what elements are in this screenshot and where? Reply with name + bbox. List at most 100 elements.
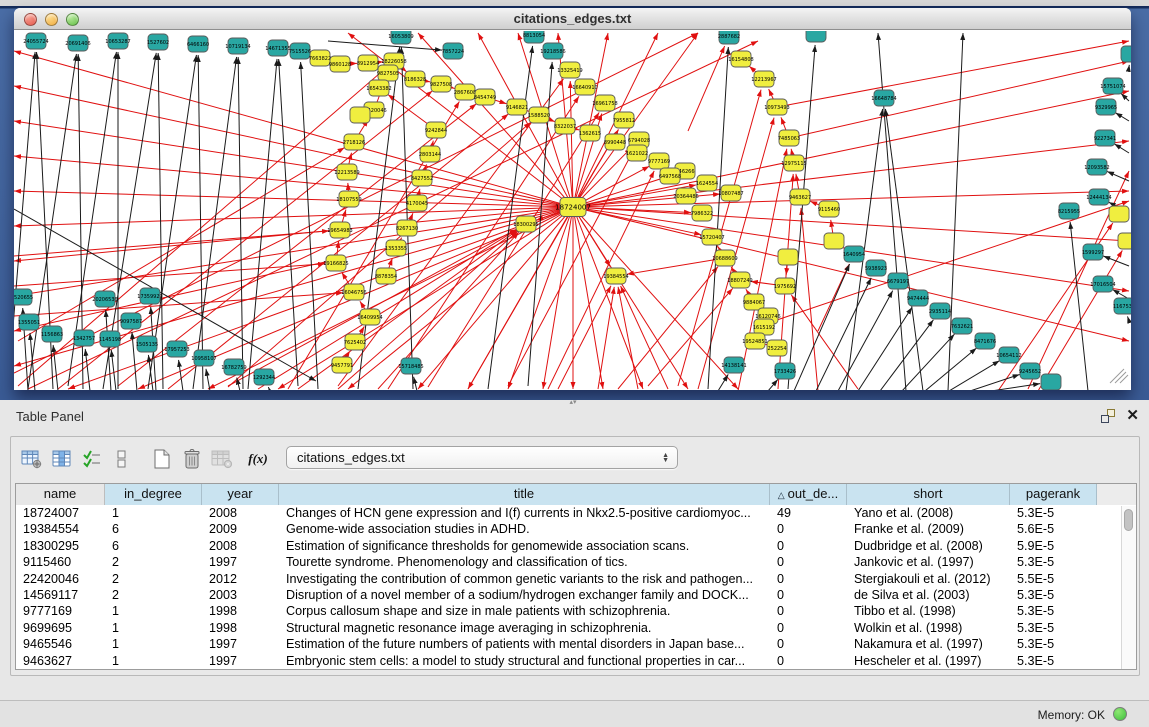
graph-edge[interactable] <box>111 350 116 390</box>
graph-edge[interactable] <box>1127 316 1129 321</box>
table-row[interactable]: 946554611997Estimation of the future num… <box>16 636 1136 652</box>
table-cell[interactable]: 2 <box>105 554 202 570</box>
graph-edge[interactable] <box>1114 144 1129 153</box>
graph-node[interactable] <box>350 107 370 123</box>
table-cell[interactable]: 5.3E-5 <box>1010 587 1097 603</box>
graph-edge[interactable] <box>228 229 516 386</box>
network-window-titlebar[interactable]: citations_edges.txt <box>14 8 1131 30</box>
graph-edge[interactable] <box>838 291 893 390</box>
graph-edge[interactable] <box>1121 94 1129 101</box>
table-cell[interactable]: 2 <box>105 571 202 587</box>
table-cell[interactable]: 0 <box>770 603 847 619</box>
graph-edge[interactable] <box>788 45 815 389</box>
table-select-dropdown[interactable]: citations_edges.txt ▲▼ <box>286 446 678 469</box>
column-header-pagerank[interactable]: pagerank <box>1010 484 1097 505</box>
graph-edge[interactable] <box>1107 171 1129 181</box>
graph-node[interactable] <box>1041 374 1061 390</box>
table-body[interactable]: 1872400712008Changes of HCN gene express… <box>16 505 1136 669</box>
table-cell[interactable]: 49 <box>770 505 847 521</box>
graph-edge[interactable] <box>573 191 1129 207</box>
table-cell[interactable]: 5.3E-5 <box>1010 620 1097 636</box>
table-cell[interactable]: 5.3E-5 <box>1010 636 1097 652</box>
graph-edge[interactable] <box>168 114 508 389</box>
graph-edge[interactable] <box>688 46 725 131</box>
table-cell[interactable]: Franke et al. (2009) <box>847 521 1010 537</box>
graph-edge[interactable] <box>885 109 923 390</box>
table-cell[interactable]: 22420046 <box>16 571 105 587</box>
table-cell[interactable]: 5.3E-5 <box>1010 653 1097 669</box>
table-cell[interactable]: 1997 <box>202 636 279 652</box>
table-cell[interactable]: 5.5E-5 <box>1010 571 1097 587</box>
graph-edge[interactable] <box>248 59 277 389</box>
table-cell[interactable]: 1 <box>105 603 202 619</box>
delete-table-icon[interactable] <box>209 447 235 471</box>
table-cell[interactable]: de Silva et al. (2003) <box>847 587 1010 603</box>
table-cell[interactable]: Investigating the contribution of common… <box>279 571 770 587</box>
close-panel-icon[interactable]: ✕ <box>1126 406 1139 424</box>
graph-edge[interactable] <box>1103 256 1129 266</box>
graph-edge[interactable] <box>801 208 818 390</box>
graph-edge[interactable] <box>573 207 1129 241</box>
network-canvas[interactable]: 1872400718300295193845542405572420691406… <box>14 31 1131 390</box>
table-cell[interactable]: 1 <box>105 620 202 636</box>
table-row[interactable]: 1456911722003Disruption of a novel membe… <box>16 587 1136 603</box>
graph-edge[interactable] <box>991 384 1040 390</box>
table-cell[interactable]: 19384554 <box>16 521 105 537</box>
column-header-in_degree[interactable]: in_degree <box>105 484 202 505</box>
table-vertical-scrollbar[interactable] <box>1121 506 1136 669</box>
table-cell[interactable]: Wolkin et al. (1998) <box>847 620 1010 636</box>
table-cell[interactable]: 1997 <box>202 653 279 669</box>
table-cell[interactable]: 5.3E-5 <box>1010 505 1097 521</box>
table-cell[interactable]: Tibbo et al. (1998) <box>847 603 1010 619</box>
graph-edge[interactable] <box>794 264 850 390</box>
graph-edge[interactable] <box>14 264 325 286</box>
table-cell[interactable]: 0 <box>770 538 847 554</box>
graph-edge[interactable] <box>573 207 603 389</box>
graph-edge[interactable] <box>878 33 906 390</box>
table-row[interactable]: 2242004622012Investigating the contribut… <box>16 571 1136 587</box>
table-cell[interactable]: Changes of HCN gene expression and I(f) … <box>279 505 770 521</box>
graph-edge[interactable] <box>301 62 318 389</box>
graph-edge[interactable] <box>598 287 614 389</box>
table-cell[interactable]: 5.6E-5 <box>1010 521 1097 537</box>
graph-edge[interactable] <box>718 374 728 390</box>
graph-edge[interactable] <box>268 387 270 390</box>
table-cell[interactable]: 18300295 <box>16 538 105 554</box>
graph-edge[interactable] <box>198 55 203 389</box>
table-cell[interactable]: 1 <box>105 653 202 669</box>
table-row[interactable]: 1830029562008Estimation of significance … <box>16 538 1136 554</box>
table-cell[interactable]: 14569117 <box>16 587 105 603</box>
graph-edge[interactable] <box>880 320 933 390</box>
graph-edge[interactable] <box>573 141 1129 207</box>
table-options-icon[interactable] <box>19 447 45 471</box>
table-cell[interactable]: 2008 <box>202 538 279 554</box>
table-cell[interactable]: Embryonic stem cells: a model to study s… <box>279 653 770 669</box>
table-row[interactable]: 946362711997Embryonic stem cells: a mode… <box>16 653 1136 669</box>
table-cell[interactable]: 5.3E-5 <box>1010 554 1097 570</box>
table-row[interactable]: 969969511998Structural magnetic resonanc… <box>16 620 1136 636</box>
graph-edge[interactable] <box>573 33 608 207</box>
table-row[interactable]: 1872400712008Changes of HCN gene express… <box>16 505 1136 521</box>
graph-node[interactable] <box>1109 206 1129 222</box>
table-cell[interactable]: 0 <box>770 554 847 570</box>
table-cell[interactable]: 9463627 <box>16 653 105 669</box>
table-cell[interactable]: Genome-wide association studies in ADHD. <box>279 521 770 537</box>
table-cell[interactable]: Tourette syndrome. Phenomenology and cla… <box>279 554 770 570</box>
graph-edge[interactable] <box>858 307 912 390</box>
graph-node[interactable] <box>1121 46 1131 62</box>
show-columns-icon[interactable] <box>49 447 75 471</box>
table-cell[interactable]: 2003 <box>202 587 279 603</box>
delete-columns-icon[interactable] <box>179 447 205 471</box>
table-cell[interactable]: Structural magnetic resonance image aver… <box>279 620 770 636</box>
table-cell[interactable]: Dudbridge et al. (2008) <box>847 538 1010 554</box>
table-row[interactable]: 977716911998Corpus callosum shape and si… <box>16 603 1136 619</box>
graph-edge[interactable] <box>1028 171 1129 389</box>
table-cell[interactable]: 9699695 <box>16 620 105 636</box>
graph-edge[interactable] <box>14 207 573 226</box>
table-cell[interactable]: 6 <box>105 538 202 554</box>
graph-node[interactable] <box>778 249 798 265</box>
table-cell[interactable]: Nakamura et al. (1997) <box>847 636 1010 652</box>
graph-edge[interactable] <box>14 207 573 296</box>
graph-edge[interactable] <box>279 59 298 386</box>
graph-edge[interactable] <box>558 286 611 389</box>
